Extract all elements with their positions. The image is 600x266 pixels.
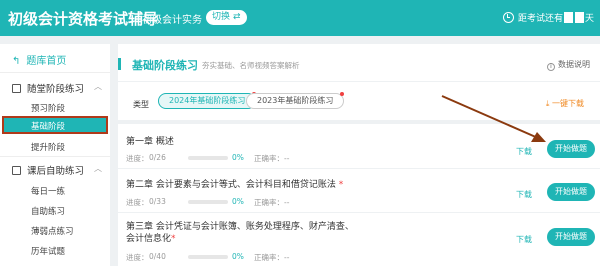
type-label: 类型 (133, 100, 149, 109)
book-icon (12, 84, 21, 93)
divider (118, 81, 600, 82)
sidebar-item-label: 基础阶段 (31, 122, 66, 132)
download-link[interactable]: 下载 (516, 189, 532, 200)
chapter-title: 第三章 会计凭证与会计账簿、账务处理程序、财产清查、会计信息化* (126, 222, 354, 244)
chapter-title: 第一章 概述 (126, 137, 174, 147)
divider (0, 72, 110, 73)
type-tab-2024[interactable]: 2024年基础阶段练习 (158, 92, 257, 109)
start-practice-button[interactable]: 开始做题 (547, 140, 595, 158)
download-all-button[interactable]: ⤓ 一键下载 (546, 98, 584, 109)
progress-bar (188, 156, 228, 160)
data-note-label: 数据说明 (558, 60, 590, 69)
chevron-up-icon: ︿ (94, 82, 102, 91)
info-icon: i (547, 63, 555, 71)
chapter-title: 第二章 会计要素与会计等式、会计科目和借贷记账法 * (126, 180, 344, 190)
sidebar-group-class-practice[interactable]: 随堂阶段练习 ︿ (12, 81, 102, 95)
download-icon: ⤓ (545, 99, 550, 108)
sidebar-group-self-practice[interactable]: 课后自助练习 ︿ (12, 163, 102, 177)
back-icon: ↰ (12, 56, 21, 67)
start-practice-button[interactable]: 开始做题 (547, 183, 595, 201)
type-tab-label: 2023年基础阶段练习 (257, 96, 334, 105)
app-title: 初级会计资格考试辅导 (8, 10, 159, 28)
section-subtitle: 夯实基础、名师视频答案解析 (202, 61, 300, 70)
swap-icon: ⇄ (233, 12, 241, 22)
type-tab-label: 2024年基础阶段练习 (169, 96, 246, 105)
section-title: 基础阶段练习 (132, 59, 198, 72)
sidebar-item-basic[interactable]: 基础阶段 (2, 116, 108, 134)
progress-bar (188, 200, 228, 204)
countdown-suffix: 天 (584, 14, 594, 24)
switch-subject-button[interactable]: 切换 ⇄ (206, 10, 247, 25)
data-note-link[interactable]: i 数据说明 (547, 59, 590, 71)
group-label: 课后自助练习 (27, 166, 85, 177)
download-all-label: 一键下载 (552, 99, 584, 108)
divider (118, 120, 600, 124)
sidebar-item-advanced[interactable]: 提升阶段 (31, 141, 65, 153)
sidebar-item-self[interactable]: 自助练习 (31, 205, 65, 217)
sidebar-item-preview[interactable]: 预习阶段 (31, 102, 65, 114)
sidebar-home-link[interactable]: ↰ 题库首页 (12, 52, 66, 67)
divider (118, 168, 600, 169)
required-mark: * (171, 234, 176, 244)
countdown-digit-box (563, 12, 573, 23)
start-practice-button[interactable]: 开始做题 (547, 228, 595, 246)
countdown-digit-box (574, 12, 584, 23)
exam-countdown: 距考试还有 天 (502, 11, 594, 24)
required-mark: * (338, 180, 344, 190)
switch-label: 切换 (212, 12, 231, 22)
progress-bar (188, 255, 228, 259)
type-tab-2023[interactable]: 2023年基础阶段练习 (246, 92, 345, 109)
divider (118, 212, 600, 213)
download-link[interactable]: 下载 (516, 146, 532, 157)
sidebar-item-weak[interactable]: 薄弱点练习 (31, 225, 74, 237)
sidebar: ↰ 题库首页 随堂阶段练习 ︿ 预习阶段 基础阶段 提升阶段 课后自助练习 ︿ 每… (0, 44, 110, 266)
download-link[interactable]: 下载 (516, 234, 532, 245)
sidebar-item-daily[interactable]: 每日一练 (31, 185, 65, 197)
clock-icon (502, 12, 514, 23)
top-header: 初级会计资格考试辅导 初级会计实务 切换 ⇄ 距考试还有 天 (0, 0, 600, 36)
main-panel: 基础阶段练习 夯实基础、名师视频答案解析 i 数据说明 类型 2024年基础阶段练… (118, 44, 600, 266)
sidebar-item-past-exams[interactable]: 历年试题 (31, 245, 65, 257)
home-label: 题库首页 (26, 56, 67, 67)
section-accent-bar (118, 58, 121, 70)
clipboard-icon (12, 166, 21, 175)
current-subject: 初级会计实务 (142, 15, 202, 26)
countdown-prefix: 距考试还有 (517, 14, 563, 24)
chevron-up-icon: ︿ (94, 164, 102, 173)
new-dot (340, 92, 345, 96)
divider (0, 156, 110, 157)
group-label: 随堂阶段练习 (27, 84, 85, 95)
